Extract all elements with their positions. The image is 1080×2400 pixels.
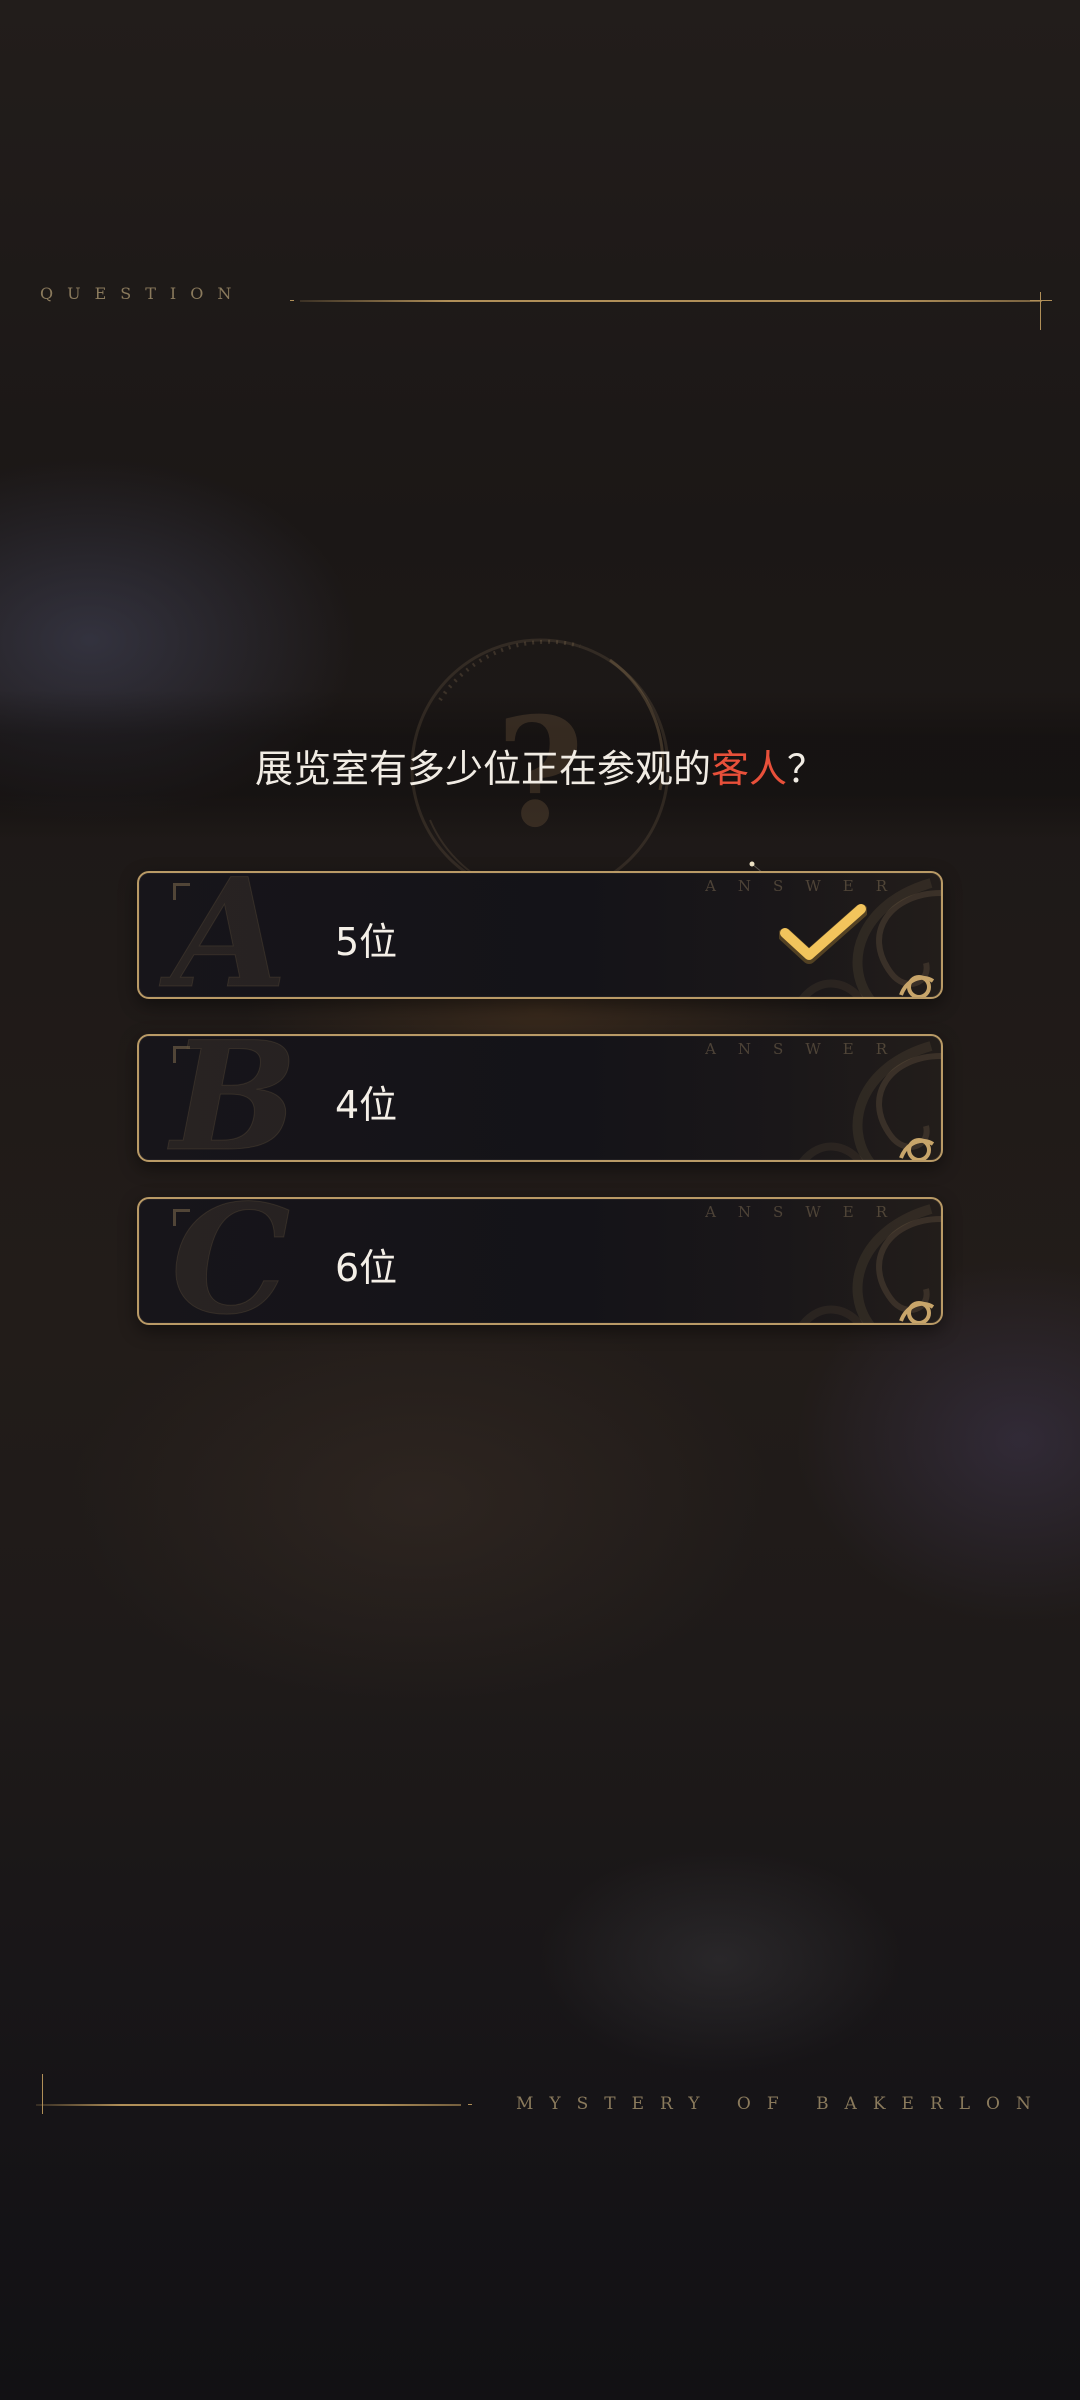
option-letter: A xyxy=(170,871,288,999)
top-divider-cross xyxy=(1030,300,1052,301)
top-divider-dot xyxy=(290,300,294,301)
footer-tagline: MYSTERY OF BAKERLON xyxy=(516,2094,1047,2114)
game-screen: QUESTION ? · · · · 展览室有多少位正在参观的客人？ A ANS… xyxy=(0,0,1080,2400)
answer-option-a[interactable]: A ANSWER 5位 xyxy=(137,871,943,999)
option-label: 5位 xyxy=(335,920,398,964)
option-label: 4位 xyxy=(335,1083,398,1127)
question-text-accent: 客人 xyxy=(710,747,787,791)
bottom-divider xyxy=(36,2104,461,2106)
question-text: 展览室有多少位正在参观的客人？ xyxy=(0,738,1080,793)
option-letter: B xyxy=(171,1034,299,1162)
question-tag: QUESTION xyxy=(40,284,246,303)
scroll-ornament-icon xyxy=(799,1041,941,1160)
answer-option-c[interactable]: C ANSWER 6位 xyxy=(137,1197,943,1325)
question-text-end: ？ xyxy=(787,747,826,791)
question-text-main: 展览室有多少位正在参观的 xyxy=(254,747,711,791)
top-divider xyxy=(300,300,1042,302)
answer-option-b[interactable]: B ANSWER 4位 xyxy=(137,1034,943,1162)
bottom-divider-dot xyxy=(468,2104,472,2105)
check-icon xyxy=(779,904,867,964)
scroll-ornament-icon xyxy=(799,1204,941,1323)
bottom-divider-tick xyxy=(42,2074,43,2114)
top-divider-tick xyxy=(1040,292,1041,330)
option-letter: C xyxy=(170,1197,291,1325)
option-label: 6位 xyxy=(335,1246,398,1290)
